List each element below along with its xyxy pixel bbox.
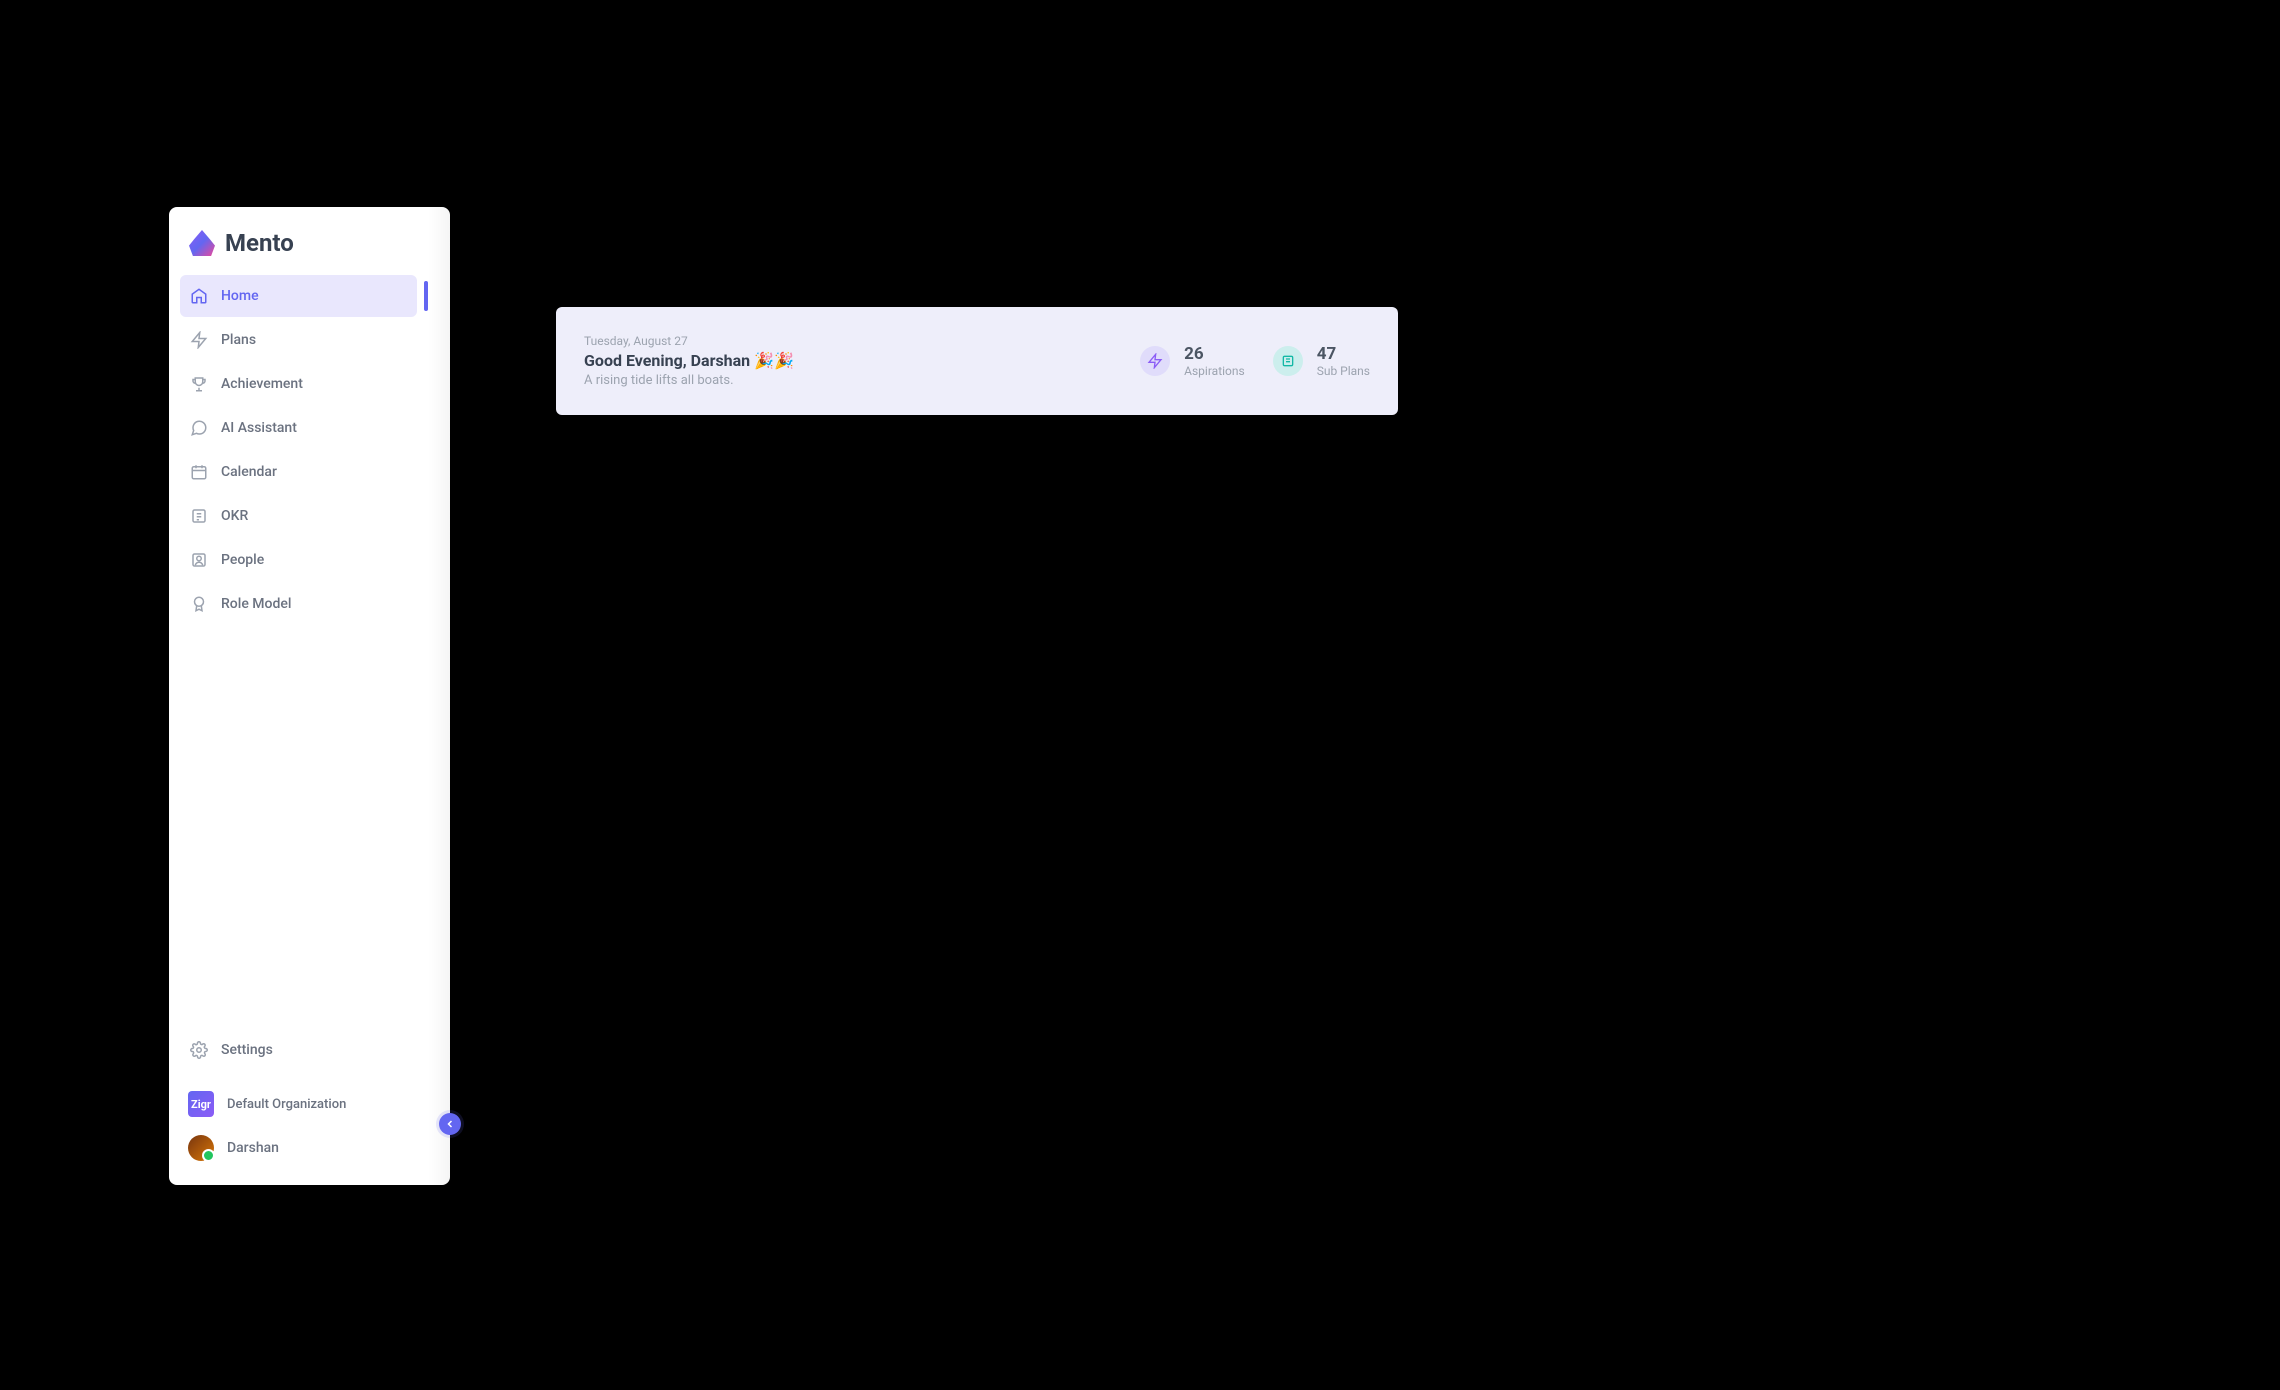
org-switcher[interactable]: Zigr Default Organization: [180, 1083, 417, 1125]
home-icon: [190, 287, 208, 305]
sidebar-item-people[interactable]: People: [180, 539, 417, 581]
stat-label: Sub Plans: [1317, 364, 1370, 378]
sidebar-item-okr[interactable]: OKR: [180, 495, 417, 537]
stat-label: Aspirations: [1184, 364, 1245, 378]
sidebar-item-label: OKR: [221, 508, 248, 524]
app-name: Mento: [225, 229, 294, 257]
chat-icon: [190, 419, 208, 437]
sidebar-item-plans[interactable]: Plans: [180, 319, 417, 361]
app-logo-section: Mento: [169, 207, 428, 275]
stat-value: 26: [1184, 344, 1245, 364]
sidebar-item-home[interactable]: Home: [180, 275, 417, 317]
stat-aspirations: 26 Aspirations: [1140, 344, 1245, 378]
quote-text: A rising tide lifts all boats.: [584, 373, 1112, 388]
org-name: Default Organization: [227, 1097, 346, 1112]
user-name: Darshan: [227, 1140, 279, 1156]
user-menu[interactable]: Darshan: [180, 1125, 417, 1171]
sidebar-item-calendar[interactable]: Calendar: [180, 451, 417, 493]
zap-icon: [1140, 346, 1170, 376]
sidebar-item-achievement[interactable]: Achievement: [180, 363, 417, 405]
gear-icon: [190, 1041, 208, 1059]
sidebar-item-label: Achievement: [221, 376, 303, 392]
sidebar-item-settings[interactable]: Settings: [180, 1029, 417, 1071]
current-date: Tuesday, August 27: [584, 334, 1112, 348]
sidebar-item-label: People: [221, 552, 264, 568]
badge-icon: [190, 595, 208, 613]
sidebar-item-label: Calendar: [221, 464, 277, 480]
avatar: [188, 1135, 214, 1161]
sidebar-item-label: Home: [221, 288, 259, 304]
trophy-icon: [190, 375, 208, 393]
sidebar-item-ai-assistant[interactable]: AI Assistant: [180, 407, 417, 449]
greeting-text: Good Evening, Darshan 🎉🎉: [584, 351, 1112, 370]
chevron-left-icon: [444, 1118, 456, 1130]
sidebar: Mento Home Plans Achievement: [169, 207, 450, 1185]
sidebar-item-label: Plans: [221, 332, 256, 348]
greeting-header: Tuesday, August 27 Good Evening, Darshan…: [556, 307, 1398, 415]
layers-icon: [1273, 346, 1303, 376]
greeting-block: Tuesday, August 27 Good Evening, Darshan…: [584, 334, 1112, 388]
sidebar-item-role-model[interactable]: Role Model: [180, 583, 417, 625]
app-logo-icon: [189, 230, 215, 256]
stat-value: 47: [1317, 344, 1370, 364]
sidebar-item-label: Role Model: [221, 596, 291, 612]
settings-label: Settings: [221, 1042, 273, 1058]
zap-icon: [190, 331, 208, 349]
collapse-sidebar-button[interactable]: [439, 1113, 461, 1135]
target-icon: [190, 507, 208, 525]
sidebar-shadow: [428, 207, 450, 1185]
calendar-icon: [190, 463, 208, 481]
user-icon: [190, 551, 208, 569]
stat-sub-plans: 47 Sub Plans: [1273, 344, 1370, 378]
nav-list: Home Plans Achievement AI Assistant: [169, 275, 428, 625]
sidebar-item-label: AI Assistant: [221, 420, 297, 436]
org-logo: Zigr: [188, 1091, 214, 1117]
